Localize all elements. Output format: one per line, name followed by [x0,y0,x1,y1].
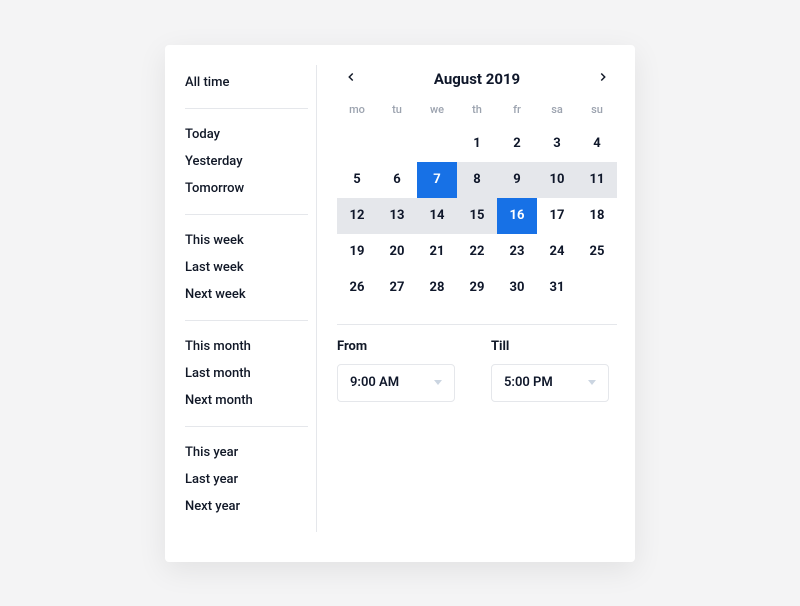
caret-down-icon [434,380,442,385]
calendar-blank-cell [337,126,377,162]
preset-sidebar: All timeTodayYesterdayTomorrowThis weekL… [185,65,317,532]
calendar-day[interactable]: 17 [537,198,577,234]
calendar-day[interactable]: 2 [497,126,537,162]
preset-group: This monthLast monthNext month [185,321,308,427]
till-time-column: Till 5:00 PM [491,339,617,402]
chevron-left-icon [344,69,358,88]
preset-item[interactable]: Last week [185,254,308,281]
weekday-label: fr [497,99,537,120]
preset-group: All time [185,65,308,109]
chevron-right-icon [596,69,610,88]
calendar-day[interactable]: 27 [377,270,417,306]
from-time-value: 9:00 AM [350,375,399,390]
from-label: From [337,339,463,354]
date-range-picker: All timeTodayYesterdayTomorrowThis weekL… [165,45,635,562]
weekday-label: th [457,99,497,120]
calendar-day[interactable]: 20 [377,234,417,270]
till-time-select[interactable]: 5:00 PM [491,364,609,402]
weekday-label: su [577,99,617,120]
preset-item[interactable]: All time [185,69,308,96]
next-month-button[interactable] [593,69,613,89]
calendar-day[interactable]: 29 [457,270,497,306]
calendar-day[interactable]: 6 [377,162,417,198]
preset-item[interactable]: Next week [185,281,308,308]
calendar-day[interactable]: 3 [537,126,577,162]
calendar-day[interactable]: 7 [417,162,457,198]
time-row: From 9:00 AM Till 5:00 PM [337,339,617,402]
calendar-day[interactable]: 31 [537,270,577,306]
calendar-day[interactable]: 23 [497,234,537,270]
calendar-day[interactable]: 18 [577,198,617,234]
calendar-day[interactable]: 1 [457,126,497,162]
till-time-value: 5:00 PM [504,375,553,390]
weekday-label: tu [377,99,417,120]
weekday-label: sa [537,99,577,120]
calendar-day[interactable]: 13 [377,198,417,234]
from-time-select[interactable]: 9:00 AM [337,364,455,402]
preset-item[interactable]: Last month [185,360,308,387]
preset-group: TodayYesterdayTomorrow [185,109,308,215]
preset-item[interactable]: Yesterday [185,148,308,175]
preset-item[interactable]: This year [185,439,308,466]
calendar-panel: August 2019 motuwethfrsasu 1234567891011… [317,65,617,532]
calendar-day[interactable]: 11 [577,162,617,198]
calendar-day[interactable]: 12 [337,198,377,234]
calendar-day[interactable]: 28 [417,270,457,306]
calendar-header: August 2019 [337,65,617,99]
till-label: Till [491,339,617,354]
preset-item[interactable]: This month [185,333,308,360]
weekday-row: motuwethfrsasu [337,99,617,120]
calendar-day[interactable]: 8 [457,162,497,198]
preset-item[interactable]: Tomorrow [185,175,308,202]
weekday-label: we [417,99,457,120]
calendar-day[interactable]: 9 [497,162,537,198]
calendar-day[interactable]: 4 [577,126,617,162]
divider [337,324,617,325]
from-time-column: From 9:00 AM [337,339,463,402]
calendar-day[interactable]: 14 [417,198,457,234]
calendar-day[interactable]: 24 [537,234,577,270]
calendar-day[interactable]: 15 [457,198,497,234]
preset-item[interactable]: Last year [185,466,308,493]
calendar-day[interactable]: 10 [537,162,577,198]
calendar-day[interactable]: 30 [497,270,537,306]
calendar-title: August 2019 [434,70,520,88]
preset-item[interactable]: This week [185,227,308,254]
prev-month-button[interactable] [341,69,361,89]
preset-item[interactable]: Next year [185,493,308,520]
calendar-day[interactable]: 21 [417,234,457,270]
calendar-grid: 1234567891011121314151617181920212223242… [337,126,617,306]
caret-down-icon [588,380,596,385]
weekday-label: mo [337,99,377,120]
calendar-blank-cell [417,126,457,162]
calendar-day[interactable]: 16 [497,198,537,234]
calendar-day[interactable]: 22 [457,234,497,270]
calendar-day[interactable]: 5 [337,162,377,198]
calendar-day[interactable]: 26 [337,270,377,306]
preset-group: This weekLast weekNext week [185,215,308,321]
calendar-day[interactable]: 25 [577,234,617,270]
preset-item[interactable]: Next month [185,387,308,414]
preset-group: This yearLast yearNext year [185,427,308,532]
calendar-blank-cell [377,126,417,162]
calendar-day[interactable]: 19 [337,234,377,270]
preset-item[interactable]: Today [185,121,308,148]
